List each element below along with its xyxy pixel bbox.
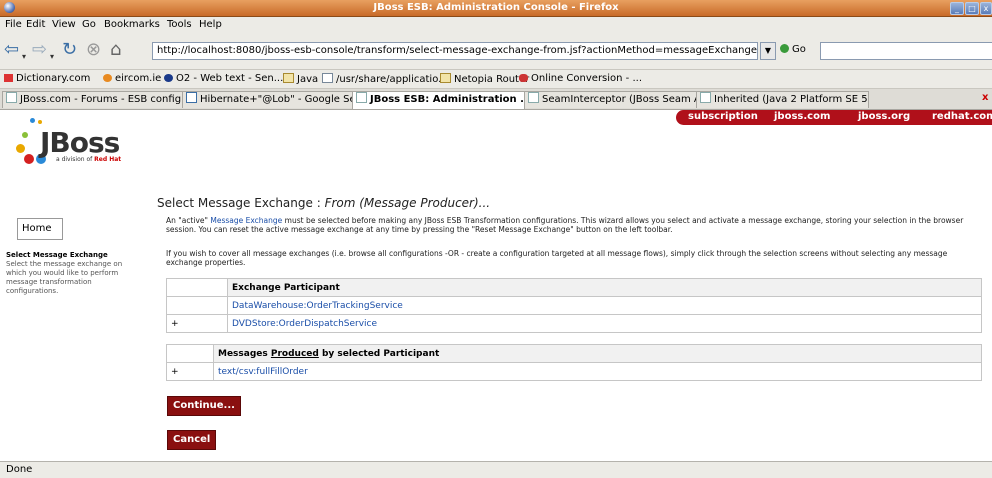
page-icon <box>356 92 367 103</box>
message-exchange-link[interactable]: Message Exchange <box>210 216 282 225</box>
messages-table: Messages Produced by selected Participan… <box>166 344 982 381</box>
table-row[interactable]: + text/csv:fullFillOrder <box>166 362 982 381</box>
close-window-button[interactable]: x <box>980 2 992 15</box>
toggle-column-header <box>166 344 214 363</box>
logo-dot <box>22 132 28 138</box>
row-toggle[interactable] <box>166 296 228 315</box>
top-links-bar: subscription jboss.com jboss.org redhat.… <box>676 110 992 125</box>
participant-link[interactable]: DVDStore:OrderDispatchService <box>232 319 377 329</box>
menu-tools[interactable]: Tools <box>167 19 192 30</box>
page-icon <box>700 92 711 103</box>
link-jboss-org[interactable]: jboss.org <box>858 111 910 122</box>
logo-dot <box>24 154 34 164</box>
forward-button[interactable]: ⇨ <box>32 40 47 60</box>
back-button[interactable]: ⇦ <box>4 40 19 60</box>
menu-go[interactable]: Go <box>82 19 96 30</box>
participant-column-header: Exchange Participant <box>227 278 982 297</box>
page-content: subscription jboss.com jboss.org redhat.… <box>0 110 992 460</box>
search-input[interactable] <box>820 42 992 60</box>
tab-google-search[interactable]: Hibernate+"@Lob" - Google Sea... <box>182 91 353 108</box>
logo-dot <box>30 118 35 123</box>
tab-inherited-java[interactable]: Inherited (Java 2 Platform SE 5.0) <box>696 91 869 108</box>
message-type-link[interactable]: text/csv:fullFillOrder <box>218 367 308 377</box>
bookmark-dictionary[interactable]: Dictionary.com <box>4 73 90 84</box>
bookmark-usr-share[interactable]: /usr/share/applicatio... <box>322 73 448 85</box>
url-bar[interactable]: http://localhost:8080/jboss-esb-console/… <box>152 42 758 60</box>
conversion-icon <box>519 74 528 82</box>
home-button[interactable]: Home <box>17 218 63 240</box>
stop-button[interactable]: ⊗ <box>86 40 101 60</box>
folder-icon <box>440 73 451 83</box>
menu-bar: File Edit View Go Bookmarks Tools Help <box>0 17 992 33</box>
intro-paragraph: An "active" Message Exchange must be sel… <box>166 216 964 234</box>
go-button[interactable]: Go <box>780 44 806 55</box>
bookmark-online-conversion[interactable]: Online Conversion - ... <box>519 73 642 84</box>
tab-seam-interceptor[interactable]: SeamInterceptor (JBoss Seam A... <box>524 91 697 108</box>
go-label: Go <box>792 44 806 55</box>
logo-tagline: a division of Red Hat <box>56 156 122 163</box>
o2-icon <box>164 74 173 82</box>
link-subscription[interactable]: subscription <box>688 111 758 122</box>
home-button[interactable]: ⌂ <box>110 40 121 60</box>
back-history-icon[interactable]: ▾ <box>22 47 26 67</box>
forward-history-icon[interactable]: ▾ <box>50 47 54 67</box>
sidebar-section-text: Select the message exchange on which you… <box>6 260 123 295</box>
bookmarks-toolbar: Dictionary.com eircom.ie O2 - Web text -… <box>0 70 992 89</box>
menu-bookmarks[interactable]: Bookmarks <box>104 19 160 30</box>
eircom-icon <box>103 74 112 82</box>
link-redhat-com[interactable]: redhat.com <box>932 111 992 122</box>
status-bar: Done <box>0 461 992 478</box>
logo-dot <box>38 120 42 124</box>
menu-help[interactable]: Help <box>199 19 222 30</box>
folder-icon <box>283 73 294 83</box>
row-toggle[interactable]: + <box>166 362 214 381</box>
link-jboss-com[interactable]: jboss.com <box>774 111 830 122</box>
url-history-dropdown[interactable]: ▼ <box>760 42 776 60</box>
table-row[interactable]: + DVDStore:OrderDispatchService <box>166 314 982 333</box>
navigation-toolbar: ⇦ ▾ ⇨ ▾ ↻ ⊗ ⌂ http://localhost:8080/jbos… <box>0 33 992 70</box>
maximize-window-button[interactable]: □ <box>965 2 979 15</box>
menu-file[interactable]: File <box>5 19 22 30</box>
participant-link[interactable]: DataWarehouse:OrderTrackingService <box>232 301 403 311</box>
continue-button[interactable]: Continue... <box>167 396 241 416</box>
bookmark-java[interactable]: Java <box>283 73 318 85</box>
sidebar-section-title: Select Message Exchange <box>6 251 108 259</box>
reload-button[interactable]: ↻ <box>62 40 77 60</box>
tab-strip: JBoss.com - Forums - ESB config... Hiber… <box>0 89 992 110</box>
intro-paragraph-2: If you wish to cover all message exchang… <box>166 249 948 267</box>
table-row[interactable]: DataWarehouse:OrderTrackingService <box>166 296 982 315</box>
close-tab-icon[interactable]: x <box>982 92 988 103</box>
minimize-window-button[interactable]: _ <box>950 2 964 15</box>
tab-jboss-esb-admin[interactable]: JBoss ESB: Administration ... <box>352 91 525 109</box>
page-icon <box>6 92 17 103</box>
bookmark-netopia[interactable]: Netopia Router <box>440 73 529 85</box>
bookmark-eircom[interactable]: eircom.ie <box>103 73 161 84</box>
participants-table: Exchange Participant DataWarehouse:Order… <box>166 278 982 333</box>
messages-column-header: Messages Produced by selected Participan… <box>213 344 982 363</box>
window-title: JBoss ESB: Administration Console - Fire… <box>373 2 619 13</box>
bookmark-o2[interactable]: O2 - Web text - Sen... <box>164 73 283 84</box>
toggle-column-header <box>166 278 228 297</box>
window-title-bar: JBoss ESB: Administration Console - Fire… <box>0 0 992 17</box>
jboss-logo[interactable]: JBoss a division of Red Hat <box>16 118 156 168</box>
status-text: Done <box>6 464 33 475</box>
menu-edit[interactable]: Edit <box>26 19 45 30</box>
cancel-button[interactable]: Cancel <box>167 430 217 450</box>
logo-dot <box>16 144 25 153</box>
page-title: Select Message Exchange : From (Message … <box>157 196 491 210</box>
row-toggle[interactable]: + <box>166 314 228 333</box>
google-icon <box>186 92 197 103</box>
menu-view[interactable]: View <box>52 19 76 30</box>
dictionary-icon <box>4 74 13 82</box>
go-icon <box>780 44 789 53</box>
tab-jboss-forums[interactable]: JBoss.com - Forums - ESB config... <box>2 91 183 108</box>
logo-wordmark: JBoss <box>40 126 120 159</box>
page-icon <box>528 92 539 103</box>
page-icon <box>322 73 333 83</box>
